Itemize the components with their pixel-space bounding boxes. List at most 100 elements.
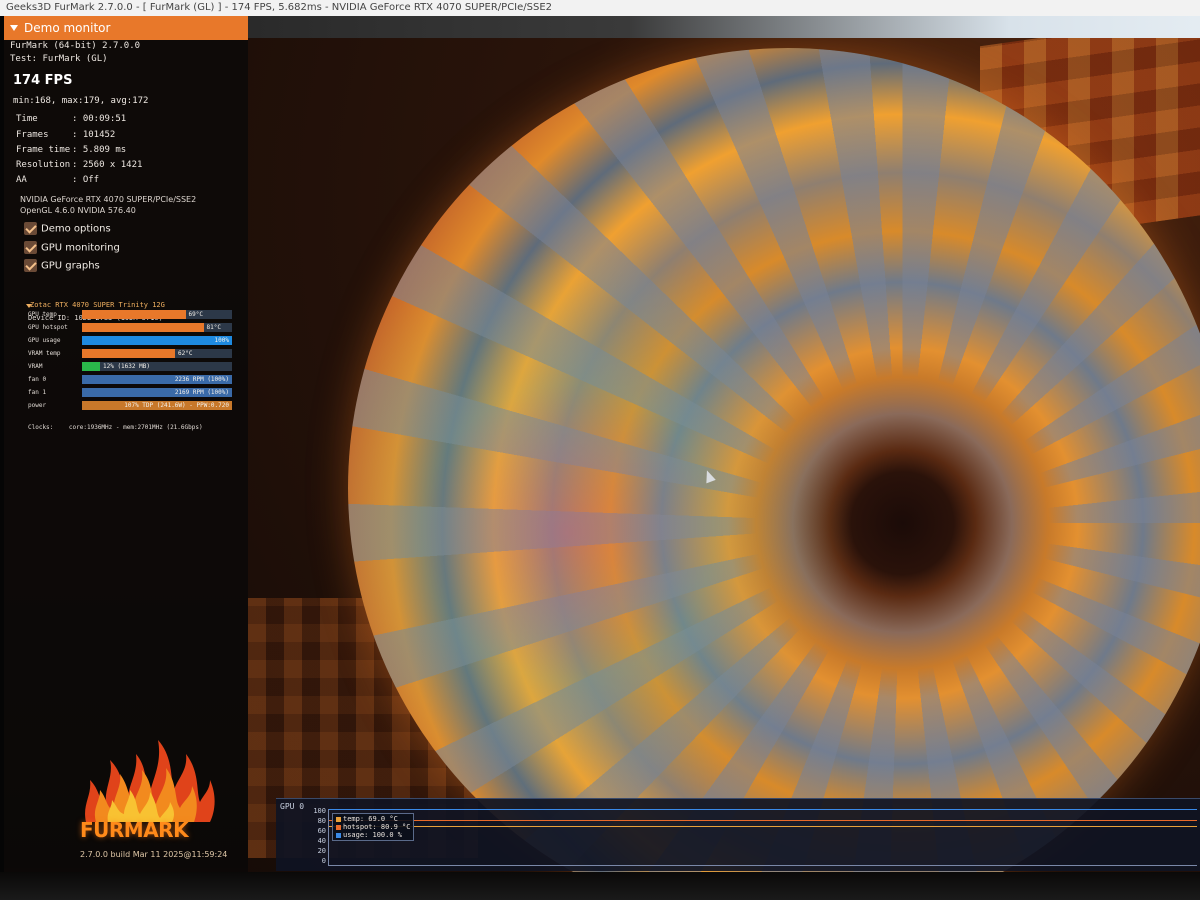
option-gpu-monitoring[interactable]: GPU monitoring (24, 241, 120, 257)
sensor-bar: 62°C (82, 349, 232, 358)
gpu-graph-panel: GPU 0 100 80 60 40 20 0 temp: 69.0 °C ho… (276, 798, 1200, 871)
clocks-row: Clocks: core:1936MHz - mem:2701MHz (21.6… (28, 424, 203, 431)
window-title-bar[interactable]: Geeks3D FurMark 2.7.0.0 - [ FurMark (GL)… (0, 0, 1200, 16)
stat-frames: Frames : 101452 (16, 130, 115, 140)
legend-temp: temp: 69.0 °C (336, 815, 410, 823)
sensor-bar: 12% (1632 MB) (82, 362, 232, 371)
stat-resolution: Resolution: 2560 x 1421 (16, 160, 142, 170)
option-label: GPU graphs (41, 260, 100, 272)
sensor-label: VRAM temp (28, 350, 61, 357)
graph-series-temp (329, 826, 1197, 828)
demo-options-checkbox[interactable] (24, 222, 37, 235)
legend-usage: usage: 100.0 % (336, 831, 410, 839)
stat-value: : 2560 x 1421 (72, 160, 143, 170)
fps-stats: min:168, max:179, avg:172 (13, 96, 149, 106)
sensor-label: GPU temp (28, 311, 57, 318)
stat-value: : 101452 (72, 130, 116, 140)
sensor-value: 12% (1632 MB) (103, 363, 150, 370)
fps-value: 174 FPS (13, 73, 73, 88)
checkmark-icon (25, 222, 37, 234)
sensor-value: 100% (214, 337, 229, 344)
graph-y-tick: 20 (317, 847, 326, 855)
graph-y-tick: 40 (317, 837, 326, 845)
checkmark-icon (25, 259, 37, 271)
legend-label: hotspot: 80.9 °C (343, 823, 411, 831)
stat-label: Frames (16, 130, 49, 140)
render-top-strip (248, 16, 1200, 38)
gpu-section-header[interactable]: Zotac RTX 4070 SUPER Trinity 12G (30, 301, 165, 309)
demo-monitor-header[interactable]: Demo monitor (4, 16, 248, 40)
gpu-renderer: NVIDIA GeForce RTX 4070 SUPER/PCIe/SSE2 (20, 195, 197, 204)
sensor-value: 62°C (178, 350, 193, 357)
fur-donut-sheen (348, 48, 1200, 900)
sensor-value: 107% TDP (241.6W) - PPW:0.720 (124, 402, 229, 409)
graph-gpu-label: GPU 0 (280, 802, 305, 811)
legend-hotspot: hotspot: 80.9 °C (336, 823, 410, 831)
sensor-label: fan 1 (28, 389, 47, 396)
sensor-bar: 100% (82, 336, 232, 345)
stat-label: Time (16, 114, 38, 124)
sensor-label: GPU usage (28, 337, 61, 344)
sensor-value: 69°C (188, 311, 203, 318)
graph-y-tick: 100 (313, 807, 326, 815)
monitor-bottom-bezel (0, 872, 1200, 900)
legend-swatch (336, 824, 341, 830)
gpu-monitoring-checkbox[interactable] (24, 241, 37, 254)
stat-value: : Off (72, 175, 100, 185)
opengl-version: OpenGL 4.6.0 NVIDIA 576.40 (20, 206, 136, 215)
sensor-label: fan 0 (28, 376, 47, 383)
stat-label: AA (16, 175, 27, 185)
sensor-value: 81°C (206, 324, 221, 331)
stat-frame-time: Frame time: 5.809 ms (16, 145, 126, 155)
option-demo-options[interactable]: Demo options (24, 222, 111, 238)
sensor-label: GPU hotspot (28, 324, 68, 331)
furmark-logo-text: FURMARK (80, 818, 189, 842)
stat-label: Frame time (16, 145, 71, 155)
sensor-label: power (28, 402, 47, 409)
graph-series-hotspot (329, 819, 1197, 821)
graph-y-tick: 60 (317, 827, 326, 835)
sensor-bar-fill (82, 362, 100, 371)
render-viewport[interactable] (248, 38, 1200, 900)
option-label: GPU monitoring (41, 242, 120, 254)
sensor-bar-fill (82, 310, 186, 319)
monitor-bezel (0, 16, 4, 900)
sensor-bar-fill (82, 349, 175, 358)
build-info: 2.7.0.0 build Mar 11 2025@11:59:24 (80, 850, 228, 859)
stat-value: : 00:09:51 (72, 114, 127, 124)
sensor-value: 2169 RPM (100%) (174, 389, 229, 396)
test-name: Test: FurMark (GL) (10, 54, 108, 64)
app-version: FurMark (64-bit) 2.7.0.0 (10, 41, 141, 51)
graph-y-tick: 80 (317, 817, 326, 825)
sensor-value: 2236 RPM (100%) (174, 376, 229, 383)
sensor-bar-fill (82, 336, 232, 345)
collapse-arrow-icon[interactable] (10, 25, 18, 31)
legend-label: usage: 100.0 % (343, 831, 403, 839)
sensor-bar: 2169 RPM (100%) (82, 388, 232, 397)
stat-label: Resolution (16, 160, 71, 170)
clocks-label: Clocks: (28, 424, 54, 431)
sensor-label: VRAM (28, 363, 43, 370)
graph-y-tick: 0 (321, 857, 326, 865)
graph-plot-area (328, 809, 1197, 866)
stat-time: Time : 00:09:51 (16, 114, 126, 124)
screen: Geeks3D FurMark 2.7.0.0 - [ FurMark (GL)… (0, 0, 1200, 900)
clocks-value: core:1936MHz - mem:2701MHz (21.6Gbps) (68, 424, 203, 431)
stat-value: : 5.809 ms (72, 145, 127, 155)
graph-legend: temp: 69.0 °C hotspot: 80.9 °C usage: 10… (332, 813, 415, 841)
legend-label: temp: 69.0 °C (343, 815, 398, 823)
legend-swatch (336, 832, 341, 838)
demo-monitor-title: Demo monitor (24, 21, 111, 35)
window-title: Geeks3D FurMark 2.7.0.0 - [ FurMark (GL)… (6, 2, 553, 13)
legend-swatch (336, 816, 341, 822)
graph-series-usage (329, 809, 1197, 810)
sensor-bar-fill (82, 323, 204, 332)
checkmark-icon (25, 241, 37, 253)
sensor-bar: 81°C (82, 323, 232, 332)
stat-aa: AA : Off (16, 175, 99, 185)
option-label: Demo options (41, 223, 111, 235)
sensor-bar: 69°C (82, 310, 232, 319)
gpu-graphs-checkbox[interactable] (24, 259, 37, 272)
sensor-bar: 2236 RPM (100%) (82, 375, 232, 384)
option-gpu-graphs[interactable]: GPU graphs (24, 259, 100, 275)
